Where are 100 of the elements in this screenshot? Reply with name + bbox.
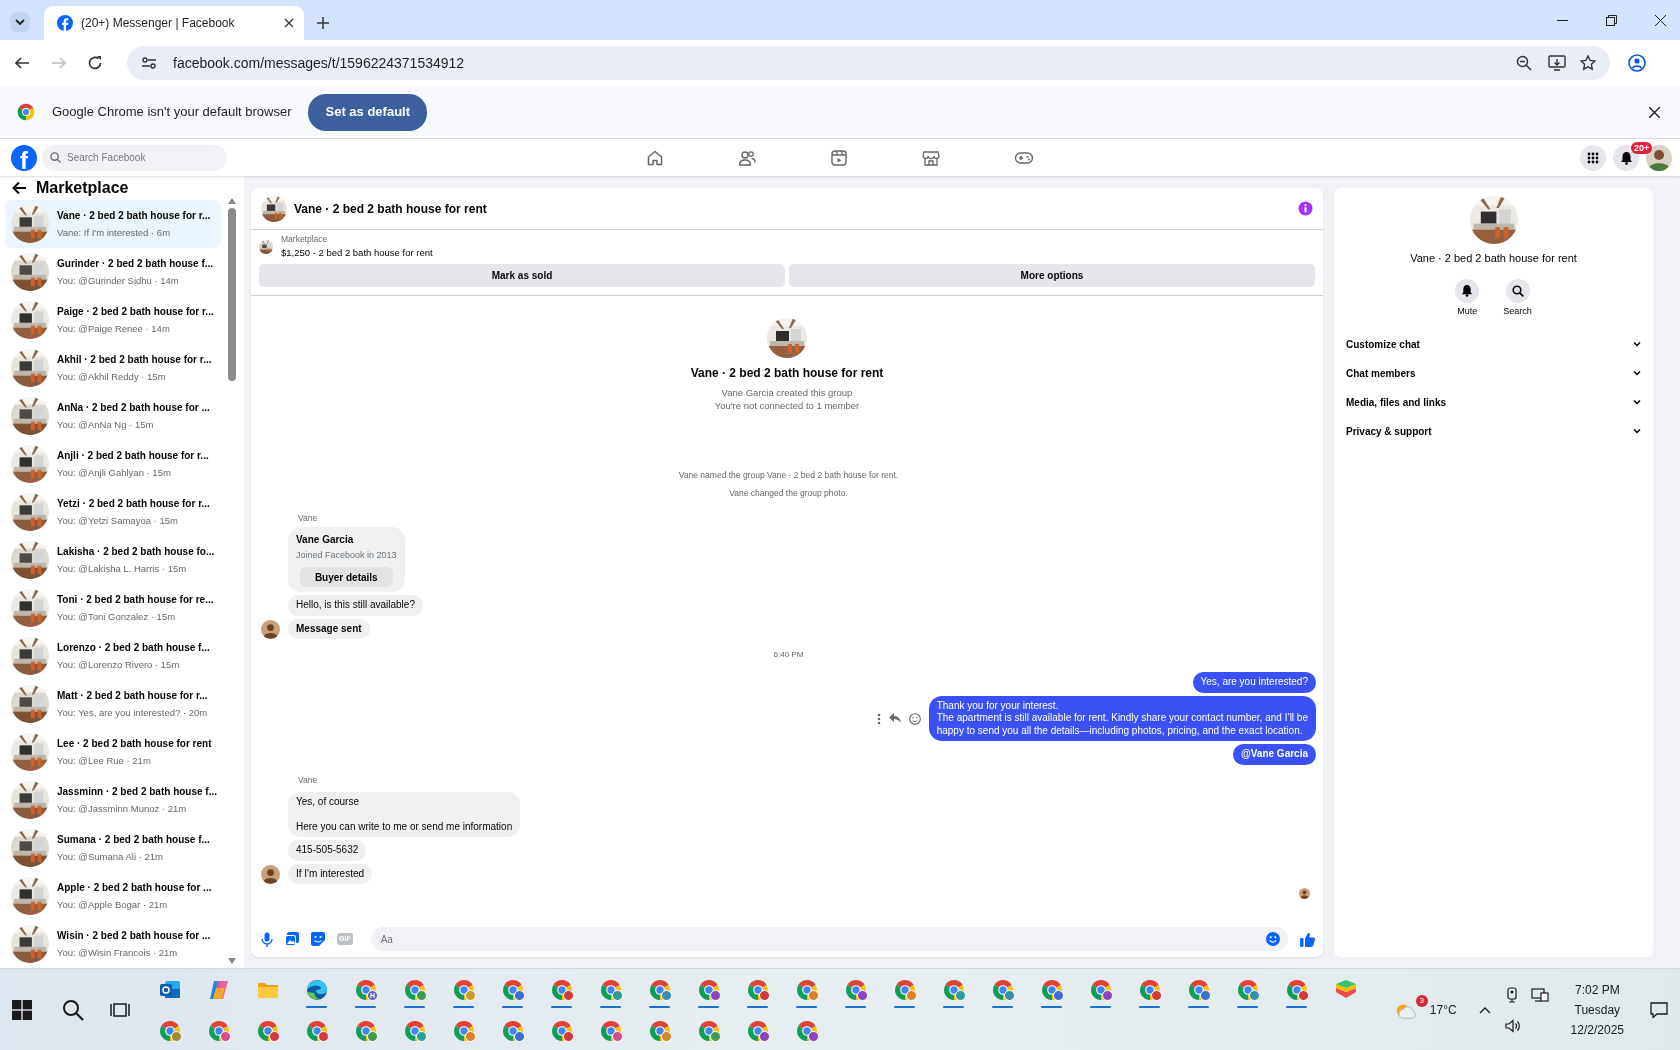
zoom-icon[interactable] — [1516, 55, 1532, 71]
conversation-item[interactable]: Lakisha · 2 bed 2 bath house fo... You: @Lakisha L. Harris · 15m — [5, 536, 222, 584]
section-header[interactable]: Customize chat — [1344, 330, 1643, 359]
volume-icon[interactable] — [1504, 1018, 1521, 1033]
back-arrow-icon[interactable] — [12, 181, 27, 195]
conversation-item[interactable]: Wisin · 2 bed 2 bath house for ... You: @Wisin Francois · 21m — [5, 920, 222, 968]
conversation-item[interactable]: Anjli · 2 bed 2 bath house for r... You: @Anjli Gahlyan · 15m — [5, 440, 222, 488]
conversation-item[interactable]: Lee · 2 bed 2 bath house for rent You: @Lee Rue · 21m — [5, 728, 222, 776]
search-icon[interactable] — [62, 998, 84, 1021]
conversation-title: Paige · 2 bed 2 bath house for r... — [57, 304, 214, 319]
message-preview: You: @Lee Rue · 21m — [57, 753, 152, 768]
message-preview: Vane: If I'm interested · 6m — [57, 225, 172, 240]
emoji-icon[interactable] — [908, 712, 921, 725]
chevron-up-icon[interactable] — [1478, 1006, 1491, 1014]
message-preview: You: @AnNa Ng · 15m — [57, 417, 155, 432]
conversation-item[interactable]: Paige · 2 bed 2 bath house for r... You: @Paige Renee · 14m — [5, 296, 222, 344]
scroll-up-icon[interactable] — [228, 198, 237, 204]
search-input[interactable]: Search Facebook — [65, 149, 219, 166]
conversation-item[interactable]: Gurinder · 2 bed 2 bath house f... You: @Gurinder Sidhu · 14m — [5, 248, 222, 296]
message-bubble: If I'm interested — [288, 863, 373, 884]
scrollbar-thumb[interactable] — [228, 208, 237, 381]
search-button[interactable] — [1505, 278, 1530, 303]
conversation-item[interactable]: Apple · 2 bed 2 bath house for ... You: @Apple Bogar · 21m — [5, 872, 222, 920]
message-input[interactable]: Aa — [378, 930, 1266, 948]
profile-icon[interactable] — [1628, 54, 1646, 72]
profile-detail: Joined Facebook in 2013 — [296, 548, 397, 562]
conversation-item[interactable]: Matt · 2 bed 2 bath house for r... You: Yes, are you interested? · 20m — [5, 680, 222, 728]
menu-button[interactable] — [1580, 144, 1606, 171]
bell-button[interactable] — [1455, 278, 1480, 303]
star-icon[interactable] — [1580, 55, 1596, 71]
search-icon — [50, 152, 61, 163]
windows-logo[interactable] — [12, 999, 32, 1020]
close-icon[interactable] — [1655, 15, 1666, 26]
clock-date: 12/2/2025 — [1570, 1021, 1624, 1039]
image-icon[interactable] — [285, 932, 299, 946]
more-icon[interactable] — [876, 712, 881, 725]
browser-tab[interactable]: (20+) Messenger | Facebook — [44, 6, 304, 40]
message-preview: You: @Apple Bogar · 21m — [57, 897, 169, 912]
conversation-title: Sumana · 2 bed 2 bath house f... — [57, 832, 210, 847]
listing-title[interactable]: $1,250 - 2 bed 2 bath house for rent — [281, 245, 433, 260]
marketplace-icon[interactable] — [922, 148, 940, 167]
close-icon[interactable] — [1649, 106, 1660, 118]
conversation-title: Wisin · 2 bed 2 bath house for ... — [57, 928, 211, 943]
microphone-icon[interactable] — [261, 931, 273, 947]
network-icon[interactable] — [1530, 986, 1549, 1003]
conversation-title: Apple · 2 bed 2 bath house for ... — [57, 880, 212, 895]
conversation-item[interactable]: Vane · 2 bed 2 bath house for r... Vane: If I'm interested · 6m — [5, 200, 222, 248]
listing-label: Marketplace — [281, 233, 329, 246]
conversation-item[interactable]: Yetzi · 2 bed 2 bath house for r... You: @Yetzi Samayoa · 15m — [5, 488, 222, 536]
conversation-item[interactable]: Toni · 2 bed 2 bath house for re... You: @Toni Gonzalez · 15m — [5, 584, 222, 632]
button-label: Search — [1503, 304, 1532, 318]
sticker-icon[interactable] — [311, 932, 325, 946]
buyer-details-button[interactable]: Buyer details — [299, 567, 393, 588]
close-icon[interactable] — [284, 18, 294, 28]
video-icon[interactable] — [830, 148, 848, 167]
conversation-item[interactable]: AnNa · 2 bed 2 bath house for ... You: @AnNa Ng · 15m — [5, 392, 222, 440]
message-preview: You: @Jassminn Munoz · 21m — [57, 801, 188, 816]
conversation-item[interactable]: Sumana · 2 bed 2 bath house f... You: @Sumana Ali · 21m — [5, 824, 222, 872]
conversation-title: AnNa · 2 bed 2 bath house for ... — [57, 400, 210, 415]
message-preview: You: @Lorenzo Rivero · 15m — [57, 657, 181, 672]
profile-name: Vane Garcia — [296, 532, 354, 547]
message-field[interactable]: Aa — [370, 927, 1288, 951]
action-button[interactable]: Mark as sold — [259, 264, 785, 287]
section-header[interactable]: Privacy & support — [1344, 417, 1643, 446]
reload-icon[interactable] — [87, 55, 103, 71]
weather-badge: 3 — [1415, 994, 1428, 1007]
reply-icon[interactable] — [888, 713, 901, 724]
message-bubble: @Vane Garcia — [1233, 744, 1316, 765]
notifications-icon[interactable] — [1650, 1002, 1668, 1019]
info-icon[interactable] — [1298, 201, 1313, 216]
intro-text: Vane Garcia created this group — [721, 386, 853, 399]
search-field[interactable]: Search Facebook — [42, 144, 227, 171]
restore-icon[interactable] — [1606, 15, 1617, 26]
tab-search-icon[interactable] — [10, 12, 30, 32]
site-info-icon[interactable] — [141, 55, 157, 71]
install-app-icon[interactable] — [1548, 55, 1566, 71]
message-preview: You: @Sumana Ali · 21m — [57, 849, 164, 864]
emoji-icon[interactable] — [1266, 932, 1280, 946]
facebook-logo[interactable]: f — [11, 144, 37, 171]
set-as-default-button[interactable]: Set as default — [308, 93, 427, 131]
message-preview: You: @Lakisha L. Harris · 15m — [57, 561, 188, 576]
section-header[interactable]: Media, files and links — [1344, 388, 1643, 417]
new-tab-icon[interactable] — [317, 17, 329, 29]
conversation-item[interactable]: Akhil · 2 bed 2 bath house for r... You: @Akhil Reddy · 15m — [5, 344, 222, 392]
system-message: Vane changed the group photo. — [728, 487, 849, 500]
conversation-title: Vane · 2 bed 2 bath house for r... — [57, 208, 211, 223]
sidebar-title: Marketplace — [36, 178, 129, 198]
scroll-down-icon[interactable] — [228, 958, 237, 964]
action-button[interactable]: More options — [789, 264, 1315, 287]
section-header[interactable]: Chat members — [1344, 359, 1643, 388]
conversation-item[interactable]: Lorenzo · 2 bed 2 bath house f... You: @Lorenzo Rivero · 15m — [5, 632, 222, 680]
friends-icon[interactable] — [738, 148, 756, 167]
back-icon[interactable] — [14, 55, 30, 71]
sender-name: Vane — [298, 512, 319, 525]
conversation-item[interactable]: Jassminn · 2 bed 2 bath house f... You: @Jassminn Munoz · 21m — [5, 776, 222, 824]
chrome-icon — [16, 102, 36, 122]
task-view-icon[interactable] — [110, 1000, 130, 1019]
thumbs-up-icon[interactable] — [1300, 931, 1315, 947]
home-icon[interactable] — [646, 148, 664, 167]
message-preview: You: @Toni Gonzalez · 15m — [57, 609, 177, 624]
